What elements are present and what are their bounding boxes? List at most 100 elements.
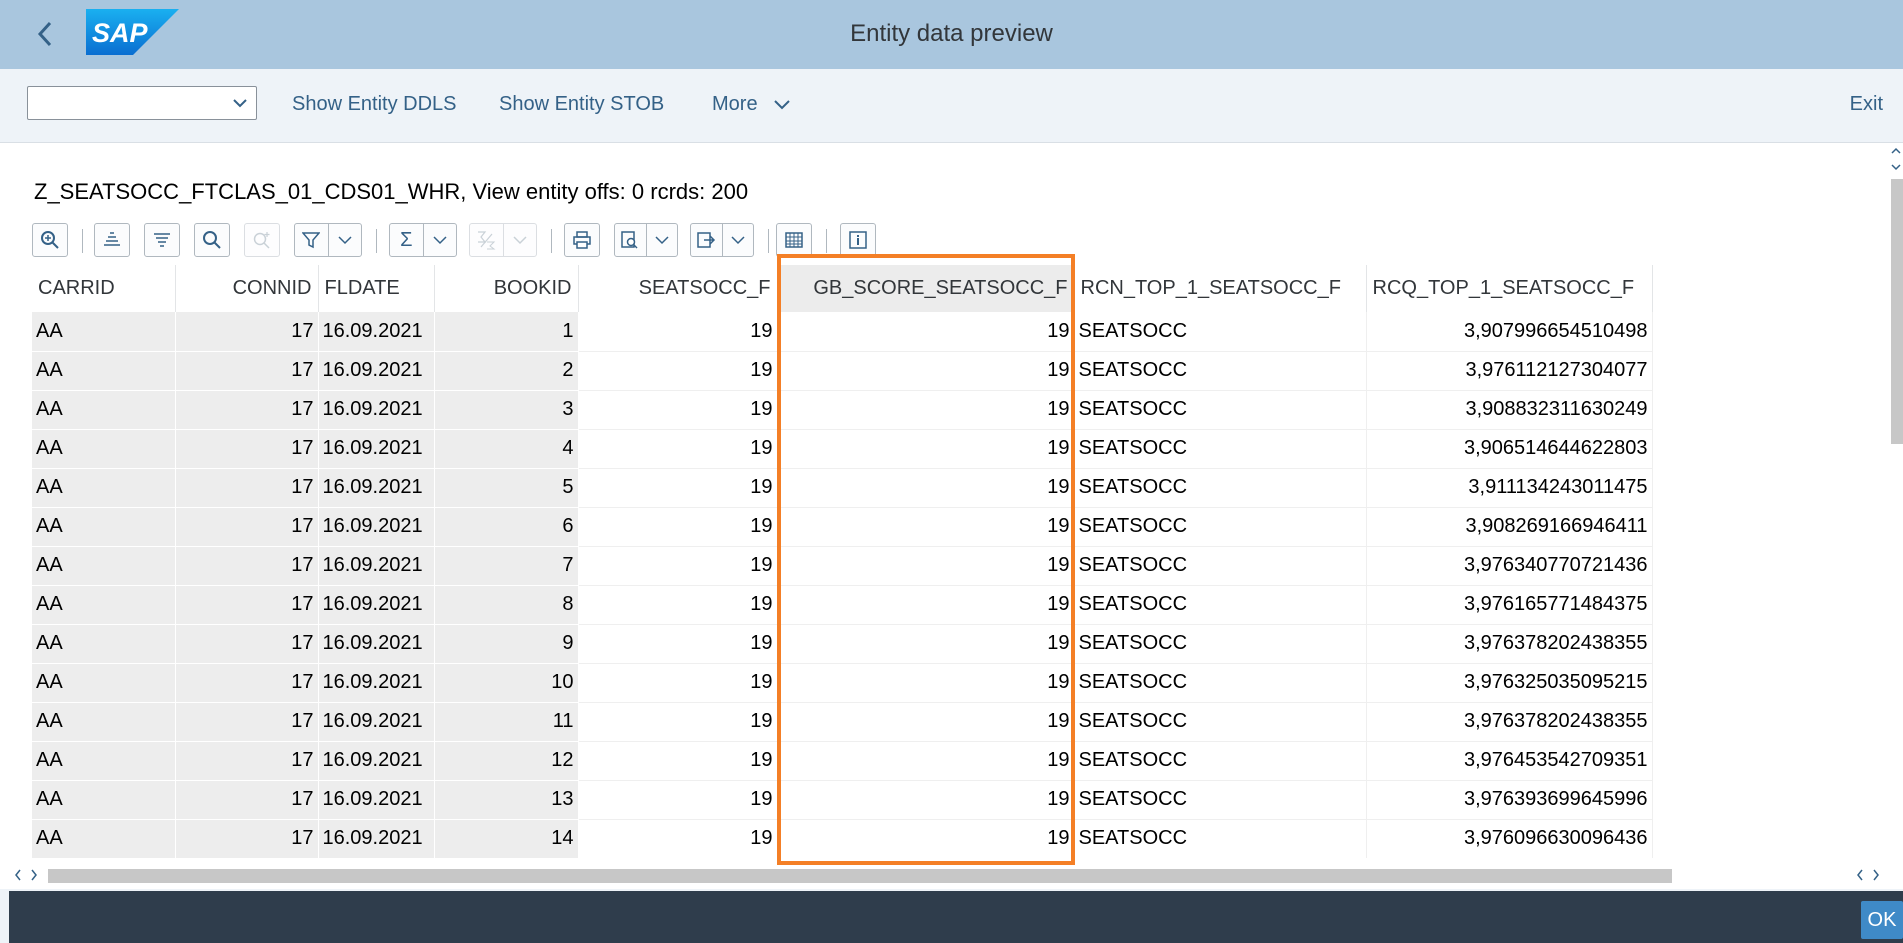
sort-ascending-button[interactable] xyxy=(94,223,130,257)
table-cell[interactable]: 19 xyxy=(578,390,778,430)
table-cell[interactable]: 3,976378202438355 xyxy=(1366,624,1653,664)
find-button[interactable] xyxy=(194,223,230,257)
table-cell[interactable]: AA xyxy=(32,390,176,430)
table-cell[interactable]: SEATSOCC xyxy=(1074,351,1367,391)
table-cell[interactable]: SEATSOCC xyxy=(1074,780,1367,820)
table-cell[interactable]: 10 xyxy=(434,663,579,703)
table-cell[interactable]: AA xyxy=(32,429,176,469)
table-cell[interactable]: 19 xyxy=(777,741,1075,781)
table-cell[interactable]: 3,976378202438355 xyxy=(1366,702,1653,742)
views-button[interactable] xyxy=(614,223,678,257)
table-cell[interactable]: SEATSOCC xyxy=(1074,624,1367,664)
table-cell[interactable]: 3,908269166946411 xyxy=(1366,507,1653,547)
table-cell[interactable]: 3,911134243011475 xyxy=(1366,468,1653,508)
sort-descending-button[interactable] xyxy=(144,223,180,257)
table-cell[interactable]: 19 xyxy=(578,585,778,625)
table-cell[interactable]: SEATSOCC xyxy=(1074,585,1367,625)
vertical-scrollbar-thumb[interactable] xyxy=(1891,179,1903,444)
column-header[interactable]: CARRID xyxy=(32,265,176,312)
table-cell[interactable]: 3,976453542709351 xyxy=(1366,741,1653,781)
table-cell[interactable]: 3,976340770721436 xyxy=(1366,546,1653,586)
table-cell[interactable]: 16.09.2021 xyxy=(318,507,435,547)
table-cell[interactable]: 19 xyxy=(777,351,1075,391)
table-row[interactable]: AA 17 16.09.2021 5 19 19 SEATSOCC 3,91113424301… xyxy=(32,468,1653,508)
table-cell[interactable]: 17 xyxy=(175,624,319,664)
table-row[interactable]: AA 17 16.09.2021 12 19 19 SEATSOCC 3,9764535427… xyxy=(32,741,1653,781)
table-cell[interactable]: AA xyxy=(32,312,176,352)
table-cell[interactable]: SEATSOCC xyxy=(1074,507,1367,547)
table-cell[interactable]: 17 xyxy=(175,507,319,547)
table-cell[interactable]: 19 xyxy=(777,390,1075,430)
table-cell[interactable]: 19 xyxy=(578,663,778,703)
table-cell[interactable]: 4 xyxy=(434,429,579,469)
table-cell[interactable]: 3,976165771484375 xyxy=(1366,585,1653,625)
more-button[interactable]: More xyxy=(712,93,791,116)
table-cell[interactable]: 3,976325035095215 xyxy=(1366,663,1653,703)
table-cell[interactable]: AA xyxy=(32,780,176,820)
export-button[interactable] xyxy=(690,223,754,257)
table-cell[interactable]: 3,976393699645996 xyxy=(1366,780,1653,820)
table-cell[interactable]: SEATSOCC xyxy=(1074,468,1367,508)
column-header[interactable]: RCQ_TOP_1_SEATSOCC_F xyxy=(1366,265,1653,312)
table-row[interactable]: AA 17 16.09.2021 14 19 19 SEATSOCC 3,9760966300… xyxy=(32,819,1653,858)
table-cell[interactable]: SEATSOCC xyxy=(1074,819,1367,858)
column-header[interactable]: RCN_TOP_1_SEATSOCC_F xyxy=(1074,265,1367,312)
table-cell[interactable]: 14 xyxy=(434,819,579,858)
table-cell[interactable]: AA xyxy=(32,741,176,781)
table-row[interactable]: AA 17 16.09.2021 13 19 19 SEATSOCC 3,9763936996… xyxy=(32,780,1653,820)
table-cell[interactable]: 19 xyxy=(777,312,1075,352)
total-button[interactable]: Σ xyxy=(389,223,457,257)
show-entity-stob-button[interactable]: Show Entity STOB xyxy=(499,93,664,116)
table-cell[interactable]: AA xyxy=(32,351,176,391)
table-cell[interactable]: 19 xyxy=(578,312,778,352)
ok-button[interactable]: OK xyxy=(1861,901,1903,939)
column-header[interactable]: BOOKID xyxy=(434,265,579,312)
table-cell[interactable]: SEATSOCC xyxy=(1074,312,1367,352)
table-cell[interactable]: 19 xyxy=(578,351,778,391)
table-row[interactable]: AA 17 16.09.2021 2 19 19 SEATSOCC 3,97611212730… xyxy=(32,351,1653,391)
table-cell[interactable]: SEATSOCC xyxy=(1074,702,1367,742)
table-cell[interactable]: 19 xyxy=(777,624,1075,664)
table-cell[interactable]: 17 xyxy=(175,663,319,703)
table-cell[interactable]: 13 xyxy=(434,780,579,820)
table-cell[interactable]: 16.09.2021 xyxy=(318,741,435,781)
table-cell[interactable]: 19 xyxy=(777,663,1075,703)
table-cell[interactable]: 19 xyxy=(777,780,1075,820)
table-cell[interactable]: 16.09.2021 xyxy=(318,624,435,664)
column-header[interactable]: CONNID xyxy=(175,265,319,312)
table-cell[interactable]: 19 xyxy=(777,702,1075,742)
table-cell[interactable]: 16.09.2021 xyxy=(318,585,435,625)
column-header[interactable]: SEATSOCC_F xyxy=(578,265,778,312)
table-cell[interactable]: 19 xyxy=(578,702,778,742)
table-cell[interactable]: AA xyxy=(32,663,176,703)
table-cell[interactable]: 16.09.2021 xyxy=(318,312,435,352)
table-cell[interactable]: 17 xyxy=(175,351,319,391)
table-cell[interactable]: 19 xyxy=(578,429,778,469)
table-cell[interactable]: AA xyxy=(32,585,176,625)
table-row[interactable]: AA 17 16.09.2021 6 19 19 SEATSOCC 3,90826916694… xyxy=(32,507,1653,547)
table-cell[interactable]: SEATSOCC xyxy=(1074,429,1367,469)
table-cell[interactable]: 19 xyxy=(777,468,1075,508)
table-cell[interactable]: 3,908832311630249 xyxy=(1366,390,1653,430)
table-cell[interactable]: 19 xyxy=(777,585,1075,625)
show-entity-ddls-button[interactable]: Show Entity DDLS xyxy=(292,93,457,116)
table-cell[interactable]: 19 xyxy=(578,468,778,508)
layout-button[interactable] xyxy=(776,223,812,257)
table-cell[interactable]: AA xyxy=(32,702,176,742)
table-cell[interactable]: AA xyxy=(32,624,176,664)
table-cell[interactable]: 17 xyxy=(175,546,319,586)
table-cell[interactable]: 16.09.2021 xyxy=(318,780,435,820)
table-cell[interactable]: 19 xyxy=(578,780,778,820)
table-cell[interactable]: 17 xyxy=(175,741,319,781)
table-cell[interactable]: 19 xyxy=(578,819,778,858)
table-cell[interactable]: 16.09.2021 xyxy=(318,702,435,742)
table-cell[interactable]: 5 xyxy=(434,468,579,508)
table-cell[interactable]: 3,976096630096436 xyxy=(1366,819,1653,858)
table-cell[interactable]: 17 xyxy=(175,468,319,508)
table-cell[interactable]: 16.09.2021 xyxy=(318,351,435,391)
table-cell[interactable]: 19 xyxy=(777,819,1075,858)
table-row[interactable]: AA 17 16.09.2021 7 19 19 SEATSOCC 3,97634077072… xyxy=(32,546,1653,586)
table-cell[interactable]: 3 xyxy=(434,390,579,430)
table-cell[interactable]: 16.09.2021 xyxy=(318,546,435,586)
scroll-up-arrows[interactable] xyxy=(1889,143,1903,179)
